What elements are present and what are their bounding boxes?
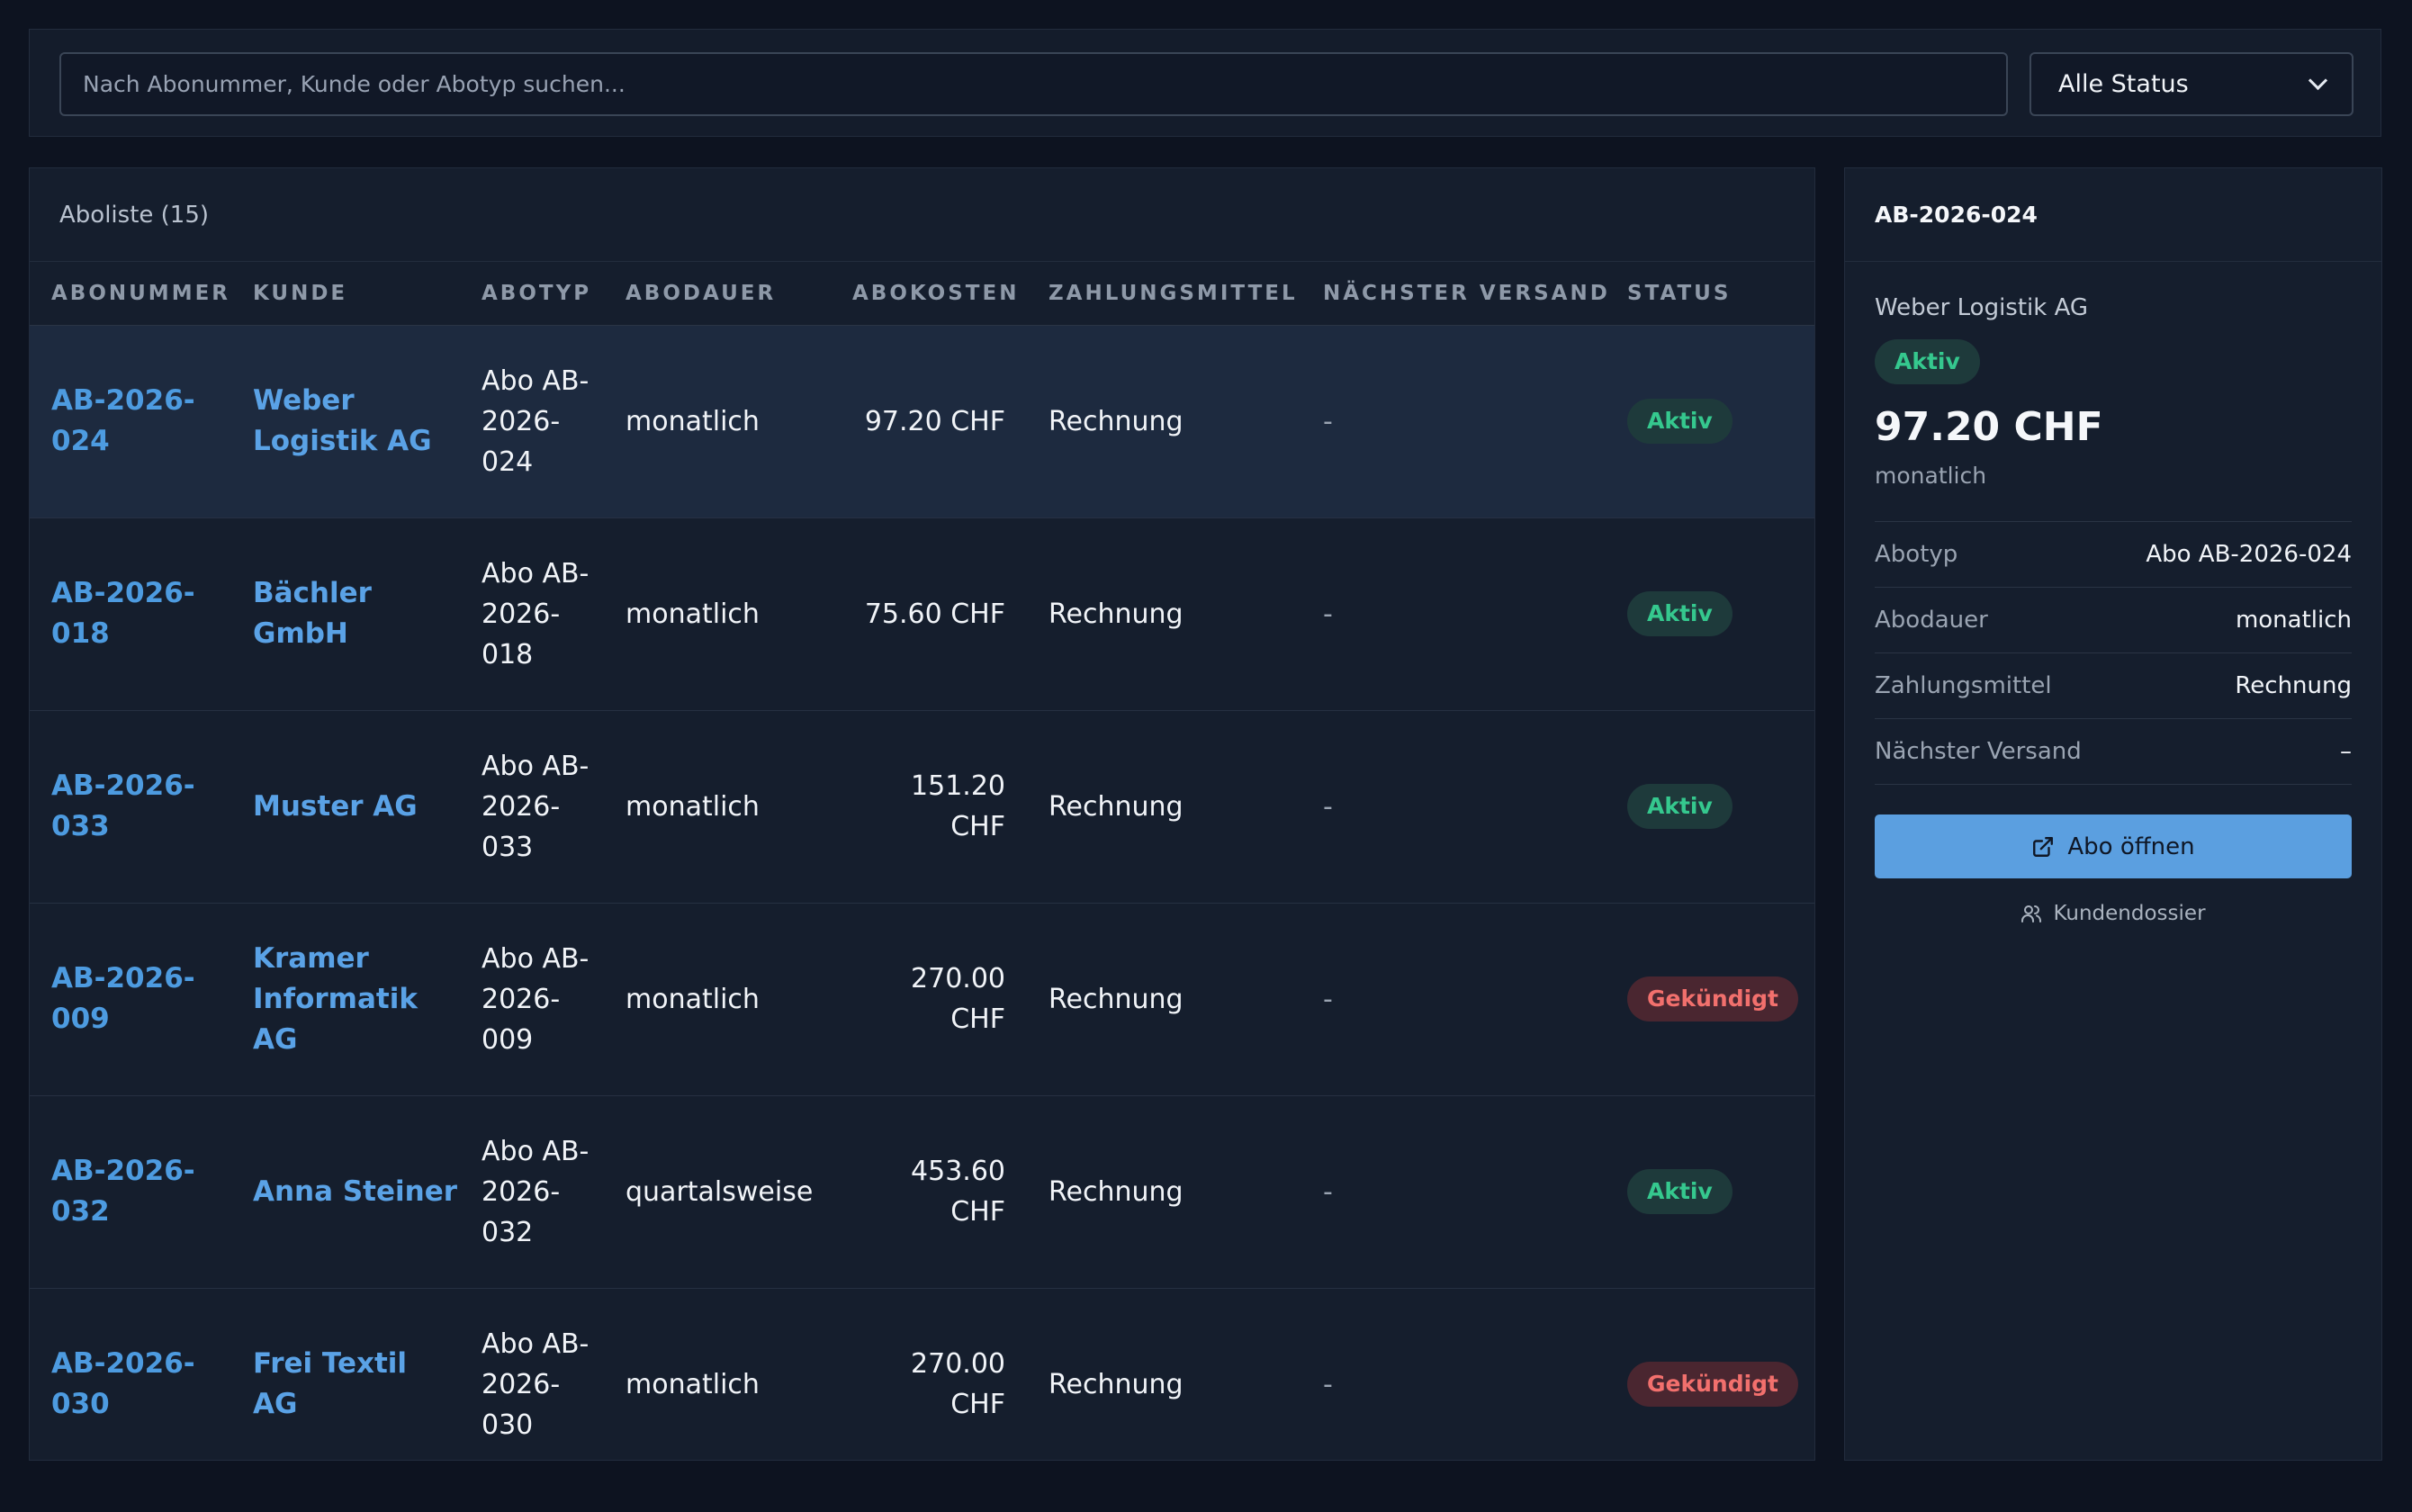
detail-field-naechster-versand: Nächster Versand – bbox=[1875, 719, 2352, 785]
abo-number-link[interactable]: AB-2026-033 bbox=[51, 770, 195, 842]
detail-fields: Abotyp Abo AB-2026-024 Abodauer monatlic… bbox=[1875, 521, 2352, 785]
field-label: Abotyp bbox=[1875, 541, 1958, 568]
abo-duration: monatlich bbox=[626, 598, 760, 630]
status-filter-select[interactable]: Alle Status bbox=[2030, 52, 2354, 116]
detail-field-abotyp: Abotyp Abo AB-2026-024 bbox=[1875, 522, 2352, 588]
users-icon bbox=[2021, 905, 2042, 922]
field-value: Rechnung bbox=[2235, 672, 2352, 699]
table-row[interactable]: AB-2026-030 Frei Textil AG Abo AB-2026-0… bbox=[30, 1288, 1814, 1460]
abo-cost: 453.60 CHF bbox=[911, 1156, 1005, 1228]
col-naechster-versand[interactable]: NÄCHSTER VERSAND bbox=[1301, 262, 1607, 326]
abo-number-link[interactable]: AB-2026-030 bbox=[51, 1347, 195, 1420]
col-abonummer[interactable]: ABONUMMER bbox=[30, 262, 231, 326]
next-shipment: - bbox=[1323, 1175, 1333, 1208]
payment-method: Rechnung bbox=[1048, 983, 1184, 1015]
abo-duration: monatlich bbox=[626, 983, 760, 1015]
field-value: Abo AB-2026-024 bbox=[2146, 541, 2352, 568]
next-shipment: - bbox=[1323, 983, 1333, 1015]
abo-cost: 270.00 CHF bbox=[911, 1348, 1005, 1420]
customer-link[interactable]: Muster AG bbox=[253, 790, 418, 823]
abo-duration: monatlich bbox=[626, 790, 760, 823]
col-abotyp[interactable]: ABOTYP bbox=[460, 262, 604, 326]
external-link-icon bbox=[2033, 836, 2054, 857]
subscription-table: ABONUMMER KUNDE ABOTYP ABODAUER ABOKOSTE… bbox=[30, 262, 1814, 1460]
abo-number-link[interactable]: AB-2026-024 bbox=[51, 384, 195, 457]
status-badge: Gekündigt bbox=[1627, 1362, 1799, 1407]
status-filter-value: Alle Status bbox=[2058, 70, 2189, 98]
col-status[interactable]: STATUS bbox=[1606, 262, 1814, 326]
detail-title: AB-2026-024 bbox=[1845, 168, 2381, 262]
abo-type: Abo AB-2026-018 bbox=[482, 557, 590, 670]
open-abo-button[interactable]: Abo öffnen bbox=[1875, 814, 2352, 878]
dossier-label: Kundendossier bbox=[2053, 902, 2206, 925]
status-badge: Aktiv bbox=[1627, 784, 1732, 829]
payment-method: Rechnung bbox=[1048, 1368, 1184, 1400]
abo-cost: 75.60 CHF bbox=[864, 598, 1005, 630]
customer-link[interactable]: Bächler GmbH bbox=[253, 577, 372, 650]
abo-type: Abo AB-2026-009 bbox=[482, 942, 590, 1056]
search-input[interactable] bbox=[59, 52, 2008, 116]
table-row[interactable]: AB-2026-033 Muster AG Abo AB-2026-033 mo… bbox=[30, 710, 1814, 903]
customer-link[interactable]: Kramer Informatik AG bbox=[253, 942, 418, 1056]
col-zahlungsmittel[interactable]: ZAHLUNGSMITTEL bbox=[1027, 262, 1301, 326]
next-shipment: - bbox=[1323, 598, 1333, 630]
customer-dossier-link[interactable]: Kundendossier bbox=[1875, 902, 2352, 925]
abo-type: Abo AB-2026-024 bbox=[482, 364, 590, 478]
detail-interval: monatlich bbox=[1875, 463, 1987, 489]
abo-cost: 270.00 CHF bbox=[911, 963, 1005, 1035]
table-row[interactable]: AB-2026-032 Anna Steiner Abo AB-2026-032… bbox=[30, 1095, 1814, 1288]
table-row[interactable]: AB-2026-018 Bächler GmbH Abo AB-2026-018… bbox=[30, 518, 1814, 710]
filter-bar: Alle Status bbox=[29, 29, 2381, 137]
next-shipment: - bbox=[1323, 1368, 1333, 1400]
status-badge: Aktiv bbox=[1627, 399, 1732, 444]
table-row[interactable]: AB-2026-009 Kramer Informatik AG Abo AB-… bbox=[30, 903, 1814, 1095]
subscription-list-panel: Aboliste (15) ABONUMMER KUNDE ABOTYP ABO… bbox=[29, 167, 1815, 1461]
customer-link[interactable]: Weber Logistik AG bbox=[253, 384, 432, 457]
detail-price: 97.20 CHF bbox=[1875, 404, 2103, 450]
status-badge: Aktiv bbox=[1627, 591, 1732, 636]
status-badge: Aktiv bbox=[1627, 1169, 1732, 1214]
payment-method: Rechnung bbox=[1048, 790, 1184, 823]
status-badge: Gekündigt bbox=[1627, 976, 1799, 1022]
detail-customer: Weber Logistik AG bbox=[1875, 294, 2089, 321]
next-shipment: - bbox=[1323, 790, 1333, 823]
abo-number-link[interactable]: AB-2026-018 bbox=[51, 577, 195, 650]
detail-field-zahlungsmittel: Zahlungsmittel Rechnung bbox=[1875, 653, 2352, 719]
customer-link[interactable]: Anna Steiner bbox=[253, 1175, 457, 1208]
payment-method: Rechnung bbox=[1048, 598, 1184, 630]
abo-type: Abo AB-2026-030 bbox=[482, 1328, 590, 1441]
field-value: – bbox=[2340, 738, 2352, 765]
next-shipment: - bbox=[1323, 405, 1333, 437]
field-label: Abodauer bbox=[1875, 607, 1988, 634]
abo-cost: 97.20 CHF bbox=[864, 405, 1005, 437]
abo-duration: monatlich bbox=[626, 405, 760, 437]
abo-number-link[interactable]: AB-2026-009 bbox=[51, 962, 195, 1035]
abo-type: Abo AB-2026-033 bbox=[482, 750, 590, 863]
detail-panel: AB-2026-024 Weber Logistik AG Aktiv 97.2… bbox=[1844, 167, 2382, 1461]
table-header: ABONUMMER KUNDE ABOTYP ABODAUER ABOKOSTE… bbox=[30, 262, 1814, 326]
field-label: Nächster Versand bbox=[1875, 738, 2082, 765]
detail-status-badge: Aktiv bbox=[1875, 339, 1980, 384]
payment-method: Rechnung bbox=[1048, 1175, 1184, 1208]
col-abokosten[interactable]: ABOKOSTEN bbox=[831, 262, 1027, 326]
abo-duration: monatlich bbox=[626, 1368, 760, 1400]
chevron-down-icon bbox=[2308, 70, 2328, 91]
field-value: monatlich bbox=[2235, 607, 2352, 634]
payment-method: Rechnung bbox=[1048, 405, 1184, 437]
abo-number-link[interactable]: AB-2026-032 bbox=[51, 1155, 195, 1228]
detail-field-abodauer: Abodauer monatlich bbox=[1875, 588, 2352, 653]
col-abodauer[interactable]: ABODAUER bbox=[604, 262, 831, 326]
abo-duration: quartalsweise bbox=[626, 1175, 814, 1208]
list-title: Aboliste (15) bbox=[30, 168, 1814, 262]
customer-link[interactable]: Frei Textil AG bbox=[253, 1347, 407, 1420]
abo-type: Abo AB-2026-032 bbox=[482, 1135, 590, 1248]
field-label: Zahlungsmittel bbox=[1875, 672, 2052, 699]
open-abo-label: Abo öffnen bbox=[2067, 832, 2195, 860]
col-kunde[interactable]: KUNDE bbox=[231, 262, 460, 326]
table-row[interactable]: AB-2026-024 Weber Logistik AG Abo AB-202… bbox=[30, 325, 1814, 518]
abo-cost: 151.20 CHF bbox=[911, 770, 1005, 842]
